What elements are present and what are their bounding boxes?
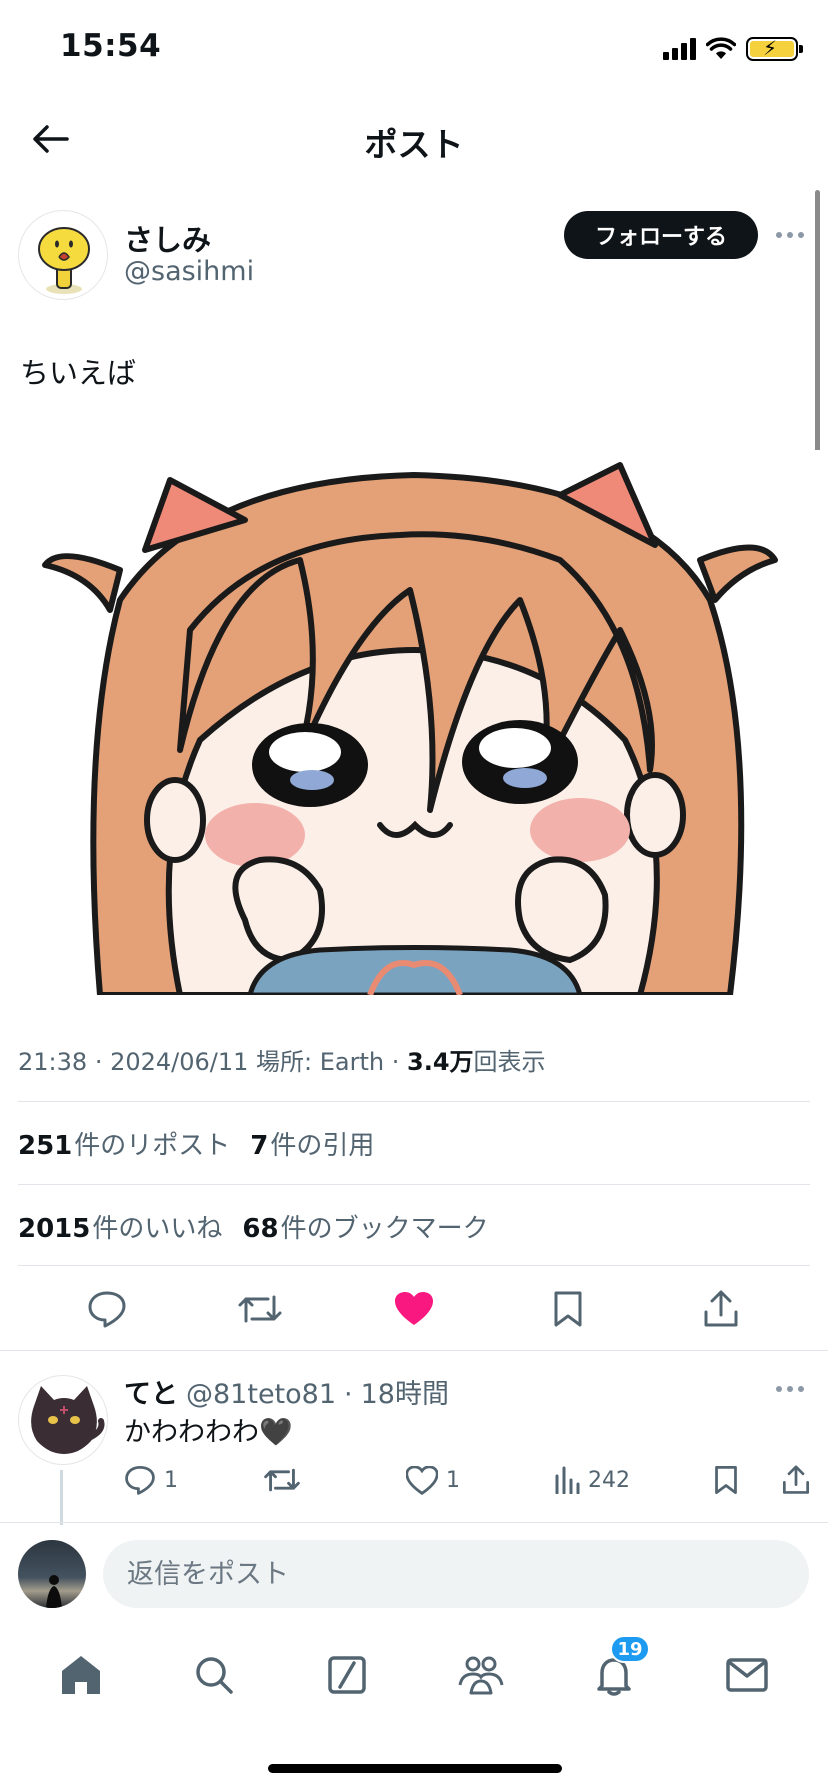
bookmark-icon	[715, 1465, 737, 1495]
follow-button[interactable]: フォローする	[564, 211, 758, 259]
reply-button[interactable]	[79, 1281, 135, 1337]
reply-more-options-icon[interactable]	[776, 1386, 804, 1392]
views-label: 回表示	[473, 1048, 546, 1076]
heart-filled-icon	[394, 1292, 433, 1325]
thread-line	[60, 1470, 63, 1525]
reply-author-handle[interactable]: @81teto81	[186, 1379, 336, 1410]
like-bookmark-stats: 2015件のいいね 68件のブックマーク	[18, 1208, 489, 1245]
reposts-stat[interactable]: 251件のリポスト	[18, 1125, 230, 1162]
share-icon	[704, 1290, 738, 1327]
share-button[interactable]	[693, 1281, 749, 1337]
like-button[interactable]	[386, 1281, 442, 1337]
status-icons: ⚡	[663, 34, 803, 64]
grok-icon	[328, 1656, 367, 1694]
tab-notifications[interactable]: 19	[582, 1635, 650, 1707]
repost-button[interactable]	[232, 1281, 288, 1337]
divider	[18, 1265, 810, 1266]
author-handle[interactable]: @sasihmi	[124, 256, 254, 287]
reply-repost-button[interactable]	[264, 1465, 406, 1495]
reply-reply-button[interactable]: 1	[124, 1465, 264, 1495]
reply-icon	[88, 1291, 126, 1328]
post-text: ちいえば	[20, 356, 137, 390]
communities-icon	[458, 1656, 504, 1695]
reply-time: 18時間	[360, 1379, 449, 1410]
views-unit: 万	[449, 1048, 474, 1076]
more-options-icon[interactable]	[776, 232, 804, 238]
reply-compose-input[interactable]	[103, 1540, 809, 1608]
battery-charging-icon: ⚡	[746, 37, 803, 61]
post-time: 21:38	[18, 1048, 88, 1076]
tab-grok[interactable]	[315, 1643, 379, 1707]
notification-badge: 19	[609, 1635, 650, 1663]
post-meta: 21:38 · 2024/06/11 場所: Earth · 3.4万回表示	[18, 1048, 546, 1076]
reply-like-button[interactable]: 1	[406, 1465, 554, 1495]
post-location: 場所: Earth	[256, 1048, 385, 1076]
reply-icon	[125, 1465, 155, 1495]
post-image[interactable]	[0, 450, 828, 995]
analytics-icon	[555, 1466, 580, 1494]
reply-author-avatar[interactable]	[18, 1375, 108, 1465]
tab-communities[interactable]	[449, 1643, 513, 1707]
author-avatar[interactable]	[18, 210, 108, 300]
views-value: 3.4	[407, 1048, 450, 1076]
bookmark-button[interactable]	[540, 1281, 596, 1337]
share-icon	[782, 1465, 810, 1494]
tab-home[interactable]	[49, 1643, 113, 1707]
bookmark-icon	[554, 1291, 582, 1327]
reply-share-button[interactable]	[782, 1465, 810, 1495]
post-actions	[0, 1278, 828, 1340]
bottom-tab-bar: 19	[0, 1635, 828, 1710]
reply-bookmark-button[interactable]	[714, 1465, 782, 1495]
reply-views-button[interactable]: 242	[554, 1466, 714, 1494]
anime-girl-illustration	[42, 462, 778, 995]
cellular-signal-icon	[663, 38, 696, 60]
post-date: 2024/06/11	[110, 1048, 249, 1076]
repost-icon	[264, 1468, 300, 1492]
home-indicator[interactable]	[268, 1764, 562, 1773]
search-icon	[196, 1657, 233, 1694]
bookmarks-stat[interactable]: 68件のブックマーク	[242, 1208, 488, 1245]
divider	[18, 1101, 810, 1102]
my-avatar[interactable]	[18, 1540, 86, 1608]
repost-quote-stats: 251件のリポスト 7件の引用	[18, 1125, 374, 1162]
silhouette-avatar-image	[46, 1575, 62, 1608]
home-icon	[61, 1656, 100, 1694]
page-title: ポスト	[364, 125, 464, 164]
tab-messages[interactable]	[715, 1643, 779, 1707]
reply-actions: 1 1 242	[124, 1458, 814, 1502]
wifi-icon	[706, 37, 736, 59]
likes-stat[interactable]: 2015件のいいね	[18, 1208, 222, 1245]
reply-header: てと @81teto81 · 18時間	[124, 1372, 449, 1411]
status-time: 15:54	[60, 28, 162, 64]
divider	[0, 1522, 828, 1523]
mail-icon	[726, 1658, 769, 1692]
heart-icon	[406, 1465, 438, 1495]
reply-reply-count: 1	[164, 1467, 178, 1493]
quotes-stat[interactable]: 7件の引用	[250, 1125, 374, 1162]
reply-views-count: 242	[588, 1467, 630, 1493]
author-avatar-image	[38, 227, 90, 294]
reply-like-count: 1	[446, 1467, 460, 1493]
reply-text: かわわわわ🖤	[124, 1417, 293, 1448]
divider	[0, 1350, 828, 1351]
divider	[18, 1184, 810, 1185]
reply-author-name[interactable]: てと	[124, 1372, 178, 1411]
tab-search[interactable]	[182, 1643, 246, 1707]
cat-avatar-image	[31, 1386, 105, 1454]
repost-icon	[238, 1295, 282, 1323]
author-name[interactable]: さしみ	[124, 217, 211, 259]
